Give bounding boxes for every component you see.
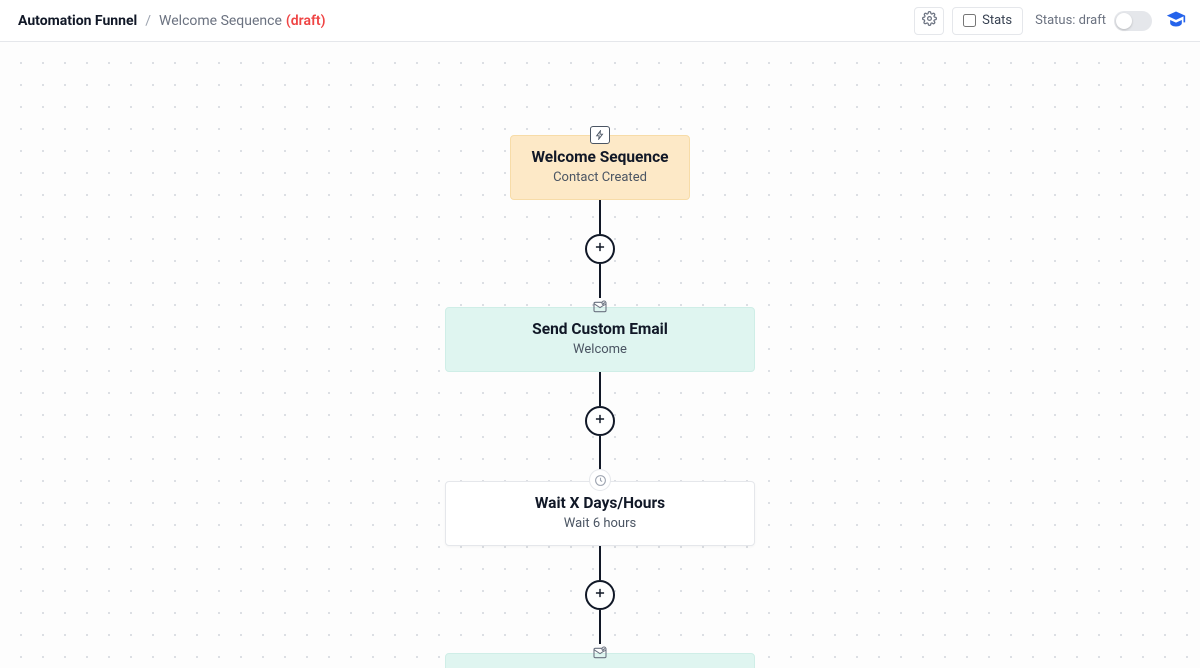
plus-icon	[593, 240, 607, 258]
node-subtitle: Welcome	[456, 342, 744, 357]
funnel-canvas[interactable]: Welcome Sequence Contact Created Send Cu…	[0, 42, 1200, 668]
breadcrumb-sep: /	[145, 13, 151, 29]
clock-icon	[590, 470, 610, 490]
bolt-icon	[590, 126, 610, 144]
help-graduation-button[interactable]	[1166, 9, 1186, 33]
node-title: Send Custom Email	[456, 320, 744, 338]
header-bar: Automation Funnel / Welcome Sequence (dr…	[0, 0, 1200, 42]
node-title: Wait X Days/Hours	[456, 494, 744, 512]
stats-checkbox[interactable]	[963, 14, 976, 27]
status-label: Status: draft	[1035, 13, 1106, 28]
breadcrumb-current: Welcome Sequence	[159, 13, 282, 29]
node-subtitle: Contact Created	[521, 170, 679, 185]
breadcrumb-status: (draft)	[286, 13, 326, 29]
plus-icon	[593, 412, 607, 430]
settings-button[interactable]	[914, 7, 944, 35]
publish-toggle[interactable]	[1114, 11, 1152, 31]
funnel-node-email-1[interactable]: Send Custom Email Welcome	[445, 307, 755, 372]
add-step-button[interactable]	[585, 406, 615, 436]
plus-icon	[593, 586, 607, 604]
mail-icon	[589, 644, 611, 662]
add-step-button[interactable]	[585, 234, 615, 264]
add-step-button[interactable]	[585, 580, 615, 610]
stats-label: Stats	[982, 13, 1012, 28]
funnel-node-trigger[interactable]: Welcome Sequence Contact Created	[510, 135, 690, 200]
gear-icon	[922, 11, 937, 30]
graduation-cap-icon	[1166, 9, 1186, 33]
stats-toggle[interactable]: Stats	[952, 7, 1023, 35]
mail-icon	[589, 298, 611, 316]
funnel-node-wait[interactable]: Wait X Days/Hours Wait 6 hours	[445, 481, 755, 546]
node-subtitle: Wait 6 hours	[456, 516, 744, 531]
node-title: Welcome Sequence	[521, 148, 679, 166]
breadcrumb-root[interactable]: Automation Funnel	[18, 13, 137, 29]
toggle-knob	[1116, 13, 1132, 29]
